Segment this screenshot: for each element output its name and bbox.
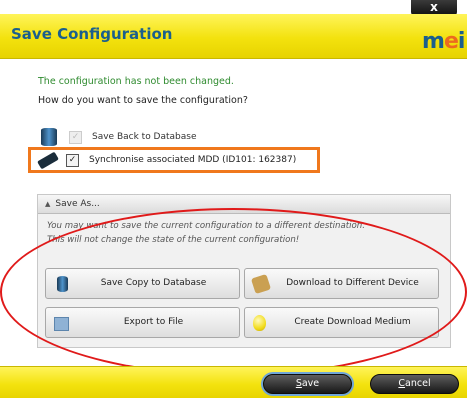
save-as-note-line2: This will not change the state of the cu…: [47, 235, 300, 245]
mei-logo: mei: [422, 29, 465, 54]
save-back-checkbox[interactable]: ✓: [69, 130, 82, 144]
database-icon: [57, 276, 68, 292]
dialog-footer: Save Cancel: [0, 366, 467, 398]
save-back-label: Save Back to Database: [92, 132, 197, 142]
save-as-note-line1: You may want to save the current configu…: [47, 221, 365, 231]
export-file-icon: [54, 317, 69, 331]
save-button[interactable]: Save: [263, 374, 352, 394]
dialog-header: Save Configuration mei: [0, 14, 467, 59]
database-icon: [41, 128, 57, 146]
status-message: The configuration has not been changed.: [38, 76, 234, 87]
option-synchronise-mdd: ✓ Synchronise associated MDD (ID101: 162…: [37, 150, 297, 170]
export-to-file-button[interactable]: Export to File: [45, 307, 240, 338]
top-strip: [0, 0, 467, 12]
dialog-title: Save Configuration: [11, 25, 173, 43]
save-question: How do you want to save the configuratio…: [38, 95, 248, 106]
download-device-icon: [250, 273, 272, 295]
synchronise-mdd-checkbox[interactable]: ✓: [66, 153, 79, 167]
save-as-header-label: Save As...: [55, 199, 100, 209]
cancel-button[interactable]: Cancel: [370, 374, 459, 394]
download-to-different-device-button[interactable]: Download to Different Device: [244, 268, 439, 299]
save-copy-to-database-button[interactable]: Save Copy to Database: [45, 268, 240, 299]
collapse-arrow-icon: ▲: [45, 200, 51, 208]
save-configuration-dialog: x Save Configuration mei The configurati…: [0, 0, 467, 398]
create-download-medium-button[interactable]: Create Download Medium: [244, 307, 439, 338]
download-medium-icon: [253, 315, 266, 331]
synchronise-mdd-label: Synchronise associated MDD (ID101: 16238…: [89, 155, 297, 165]
mdd-device-icon: [37, 151, 59, 169]
save-as-header[interactable]: ▲ Save As...: [38, 195, 450, 214]
option-save-back-to-database: ✓ Save Back to Database: [38, 127, 197, 147]
save-as-panel: ▲ Save As... You may want to save the cu…: [37, 194, 451, 348]
